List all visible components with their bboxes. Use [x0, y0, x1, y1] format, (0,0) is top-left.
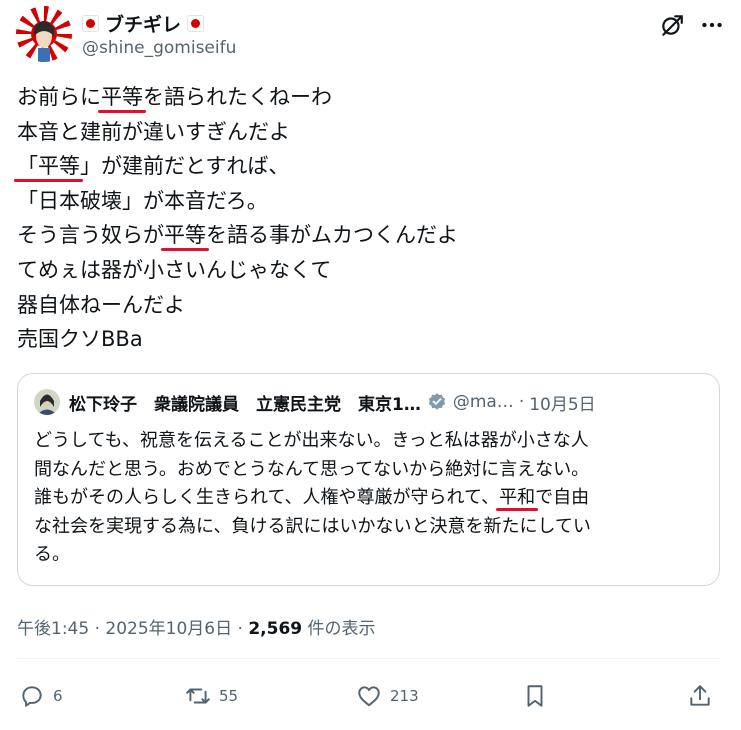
- reply-icon: [22, 686, 42, 707]
- tweet-line: 売国クソBBa: [17, 322, 717, 357]
- quoted-text-segment: で自由: [535, 487, 590, 508]
- tweet-meta: 午後1:45 · 2025年10月6日 · 2,569 件の表示: [17, 614, 376, 639]
- share-button[interactable]: [687, 678, 713, 714]
- tweet-text-segment: お前らに: [17, 85, 101, 109]
- tweet-text-segment: 売国クソBBa: [17, 327, 143, 352]
- tweet-text-segment: 器自体ねーんだよ: [17, 292, 185, 317]
- retweet-icon: [186, 688, 210, 704]
- author-avatar[interactable]: [16, 6, 72, 62]
- quoted-line: 間なんだと思う。おめでとうなんて思ってないから絶対に言えない。: [34, 456, 714, 485]
- quoted-author-handle: @ma…: [452, 392, 514, 412]
- tweet-text-segment: 「: [17, 154, 38, 179]
- quoted-text-segment: る。: [34, 544, 70, 565]
- tweet-line: そう言う奴らが平等を語る事がムカつくんだよ: [17, 218, 717, 253]
- grok-icon[interactable]: [659, 12, 685, 38]
- retweet-button[interactable]: 55: [185, 678, 238, 714]
- tweet-text-segment: 本音と建前が違いすぎんだよ: [17, 119, 290, 144]
- tweet-line: 器自体ねーんだよ: [17, 288, 717, 323]
- quoted-tweet-header: 松下玲子 衆議院議員 立憲民主党 東京1… @ma… · 10月5日: [34, 388, 706, 416]
- bookmark-button[interactable]: [522, 678, 548, 714]
- quoted-text-segment: どうしても、祝意を伝えることが出来ない。きっと私は器が小さな人: [34, 430, 589, 451]
- action-bar: 6 55 213: [17, 678, 720, 714]
- view-count: 2,569: [248, 619, 303, 639]
- japan-flag-icon: [82, 15, 99, 32]
- tweet-date[interactable]: 2025年10月6日: [105, 619, 232, 639]
- separator-dot: ·: [232, 619, 249, 639]
- tweet-text-segment: 「日本破壊」が本音だろ。: [17, 188, 268, 213]
- view-label: 件の表示: [302, 619, 376, 639]
- separator-dot: ·: [518, 392, 525, 412]
- quoted-line: どうしても、祝意を伝えることが出来ない。きっと私は器が小さな人: [34, 427, 714, 456]
- tweet-text: お前らに平等を語られたくねーわ 本音と建前が違いすぎんだよ 「平等」が建前だとす…: [14, 80, 717, 357]
- underlined-word: 平和: [496, 484, 539, 513]
- quoted-line: 誰もがその人らしく生きられて、人権や尊厳が守られて、平和で自由: [34, 484, 714, 513]
- tweet-text-segment: そう言う奴らが: [17, 223, 164, 248]
- japan-flag-icon: [187, 15, 205, 32]
- tweet-text-segment: 」が建前だとすれば、: [80, 154, 290, 179]
- heart-icon: [358, 686, 380, 707]
- author-name-row[interactable]: ブチギレ: [82, 10, 205, 37]
- tweet-line: 本音と建前が違いすぎんだよ: [17, 115, 717, 150]
- underlined-word: 「平等: [14, 149, 83, 184]
- quoted-author-avatar: [34, 389, 60, 415]
- quoted-author-name: 松下玲子 衆議院議員 立憲民主党 東京1…: [69, 394, 421, 415]
- quoted-line: な社会を実現する為に、負ける訳にはいかないと決意を新たにしてい: [34, 513, 714, 542]
- underlined-word: 平等: [98, 80, 146, 115]
- share-icon: [690, 685, 710, 706]
- quoted-date: 10月5日: [529, 394, 596, 415]
- quoted-text-segment: 間なんだと思う。おめでとうなんて思ってないから絶対に言えない。: [34, 458, 590, 480]
- quoted-tweet-text: どうしても、祝意を伝えることが出来ない。きっと私は器が小さな人 間なんだと思う。…: [34, 427, 714, 570]
- like-button[interactable]: 213: [356, 678, 419, 714]
- reply-count: 6: [53, 687, 63, 705]
- quoted-text-segment: 誰もがその人らしく生きられて、人権や尊厳が守られて、: [34, 487, 500, 508]
- tweet-line: てめぇは器が小さいんじゃなくて: [17, 253, 717, 288]
- tweet-line: 「日本破壊」が本音だろ。: [17, 184, 717, 219]
- quoted-text-segment: な社会を実現する為に、負ける訳にはいかないと決意を新たにしてい: [34, 515, 591, 537]
- tweet-header: ブチギレ @shine_gomiseifu: [16, 6, 725, 62]
- author-display-name: ブチギレ: [105, 14, 182, 36]
- retweet-count: 55: [219, 687, 239, 705]
- more-icon[interactable]: [699, 12, 725, 38]
- like-count: 213: [390, 687, 419, 705]
- tweet-text-segment: を語る事がムカつくんだよ: [206, 223, 458, 248]
- quoted-tweet[interactable]: 松下玲子 衆議院議員 立憲民主党 東京1… @ma… · 10月5日 どうしても…: [17, 373, 720, 586]
- tweet-line: 「平等」が建前だとすれば、: [14, 149, 717, 184]
- divider: [17, 658, 720, 659]
- tweet-text-segment: 平等: [38, 154, 80, 179]
- underlined-word: 平等: [161, 218, 209, 253]
- separator-dot: ·: [89, 619, 106, 639]
- reply-button[interactable]: 6: [19, 678, 63, 714]
- author-handle[interactable]: @shine_gomiseifu: [82, 38, 236, 58]
- verified-badge-icon: [428, 393, 445, 410]
- tweet-text-segment: を語られたくねーわ: [143, 85, 332, 109]
- tweet-text-segment: てめぇは器が小さいんじゃなくて: [17, 257, 332, 282]
- bookmark-icon: [527, 685, 543, 707]
- quoted-line: る。: [34, 541, 714, 570]
- tweet-line: お前らに平等を語られたくねーわ: [17, 80, 717, 115]
- tweet-time[interactable]: 午後1:45: [17, 619, 89, 639]
